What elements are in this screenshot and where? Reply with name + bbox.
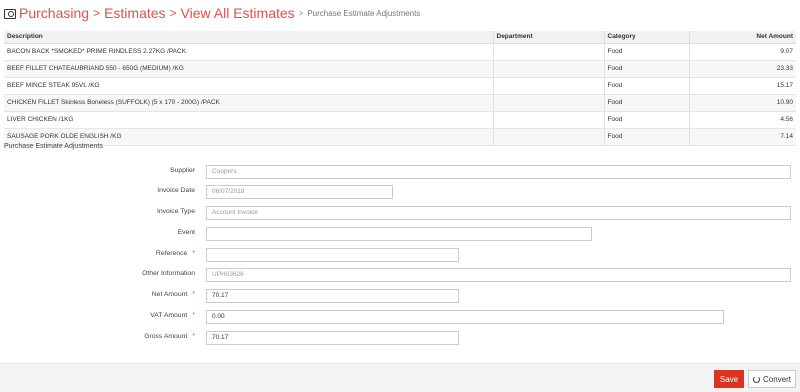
cell-category: Food xyxy=(604,128,690,146)
table-row[interactable]: BEEF FILLET CHATEAUBRIAND 550 - 650G (ME… xyxy=(4,60,796,78)
breadcrumb-separator: > xyxy=(298,8,304,18)
cell-category: Food xyxy=(604,111,690,129)
event-field[interactable] xyxy=(206,227,592,241)
cell-category: Food xyxy=(604,60,690,78)
table-row[interactable]: SAUSAGE PORK OLDE ENGLISH /KG Food 7.14 xyxy=(4,128,796,146)
cell-net-amount: 10.90 xyxy=(689,94,796,112)
cell-net-amount: 7.14 xyxy=(689,128,796,146)
column-header-category[interactable]: Category xyxy=(604,31,690,44)
vat-amount-field[interactable]: 0.00 xyxy=(206,310,724,324)
cell-department xyxy=(493,77,605,95)
net-amount-field[interactable]: 70.17 xyxy=(206,289,459,303)
estimate-lines-table: Description Department Category Net Amou… xyxy=(4,31,796,146)
breadcrumb-estimates[interactable]: Estimates xyxy=(104,5,165,21)
table-row[interactable]: BEEF MINCE STEAK 95VL /KG Food 15.17 xyxy=(4,77,796,95)
supplier-label: Supplier xyxy=(170,167,195,174)
cell-category: Food xyxy=(604,77,690,95)
save-button[interactable]: Save xyxy=(714,370,744,388)
column-header-department[interactable]: Department xyxy=(493,31,605,44)
convert-button[interactable]: Convert xyxy=(748,370,796,388)
footer-toolbar: Save Convert xyxy=(0,363,800,392)
cell-description: CHICKEN FILLET Skinless Boneless (SUFFOL… xyxy=(4,94,494,112)
form-row-supplier: Supplier Coopers xyxy=(0,165,800,179)
refresh-icon xyxy=(752,375,760,383)
required-marker: * xyxy=(192,291,195,298)
table-row[interactable]: LIVER CHICKEN /1KG Food 4.56 xyxy=(4,111,796,129)
cell-description: LIVER CHICKEN /1KG xyxy=(4,111,494,129)
breadcrumb-view-all-estimates[interactable]: View All Estimates xyxy=(181,5,295,21)
gross-amount-label: Gross Amount * xyxy=(144,333,195,340)
cell-description: BEEF FILLET CHATEAUBRIAND 550 - 650G (ME… xyxy=(4,60,494,78)
cell-department xyxy=(493,43,605,61)
form-row-other-information: Other Information UPH03626 xyxy=(0,268,800,282)
breadcrumb-separator: > xyxy=(169,6,177,20)
required-marker: * xyxy=(192,333,195,340)
net-amount-label: Net Amount * xyxy=(151,291,195,298)
table-header-row: Description Department Category Net Amou… xyxy=(4,31,796,44)
section-title: Purchase Estimate Adjustments xyxy=(4,143,103,150)
cell-department xyxy=(493,111,605,129)
cell-net-amount: 9.07 xyxy=(689,43,796,61)
other-information-label: Other Information xyxy=(142,270,195,277)
reference-field[interactable] xyxy=(206,248,459,262)
required-marker: * xyxy=(192,312,195,319)
vat-amount-label: VAT Amount * xyxy=(150,312,195,319)
invoice-type-label: Invoice Type xyxy=(156,208,195,215)
form-row-invoice-type: Invoice Type Account Invoice xyxy=(0,206,800,220)
form-row-event: Event xyxy=(0,227,800,241)
cell-description: BEEF MINCE STEAK 95VL /KG xyxy=(4,77,494,95)
column-header-net-amount[interactable]: Net Amount xyxy=(689,31,796,44)
table-row[interactable]: BACON BACK *SMOKED* PRIME RINDLESS 2.27K… xyxy=(4,43,796,61)
form-row-gross-amount: Gross Amount * 70.17 xyxy=(0,331,800,345)
gross-amount-field[interactable]: 70.17 xyxy=(206,331,459,345)
form-row-net-amount: Net Amount * 70.17 xyxy=(0,289,800,303)
event-label: Event xyxy=(177,229,195,236)
table-row[interactable]: CHICKEN FILLET Skinless Boneless (SUFFOL… xyxy=(4,94,796,112)
invoice-date-label: Invoice Date xyxy=(157,187,195,194)
cell-category: Food xyxy=(604,94,690,112)
form-row-vat-amount: VAT Amount * 0.00 xyxy=(0,310,800,324)
cell-department xyxy=(493,128,605,146)
cell-net-amount: 4.56 xyxy=(689,111,796,129)
breadcrumb-purchasing[interactable]: Purchasing xyxy=(19,5,89,21)
column-header-description[interactable]: Description xyxy=(4,31,494,44)
other-information-field[interactable]: UPH03626 xyxy=(206,268,791,282)
convert-button-label: Convert xyxy=(762,374,791,384)
invoice-type-field[interactable]: Account Invoice xyxy=(206,206,791,220)
required-marker: * xyxy=(192,250,195,257)
breadcrumb-current: Purchase Estimate Adjustments xyxy=(307,8,421,18)
supplier-field[interactable]: Coopers xyxy=(206,165,791,179)
reference-label: Reference * xyxy=(155,250,195,257)
invoice-date-field[interactable]: 06/07/2018 xyxy=(206,185,393,199)
cell-department xyxy=(493,94,605,112)
camera-icon xyxy=(4,8,16,19)
form-row-invoice-date: Invoice Date 06/07/2018 xyxy=(0,185,800,199)
cell-category: Food xyxy=(604,43,690,61)
cell-net-amount: 23.33 xyxy=(689,60,796,78)
breadcrumb: Purchasing > Estimates > View All Estima… xyxy=(4,3,420,23)
cell-net-amount: 15.17 xyxy=(689,77,796,95)
cell-description: BACON BACK *SMOKED* PRIME RINDLESS 2.27K… xyxy=(4,43,494,61)
cell-department xyxy=(493,60,605,78)
breadcrumb-separator: > xyxy=(93,6,101,20)
form-row-reference: Reference * xyxy=(0,248,800,262)
